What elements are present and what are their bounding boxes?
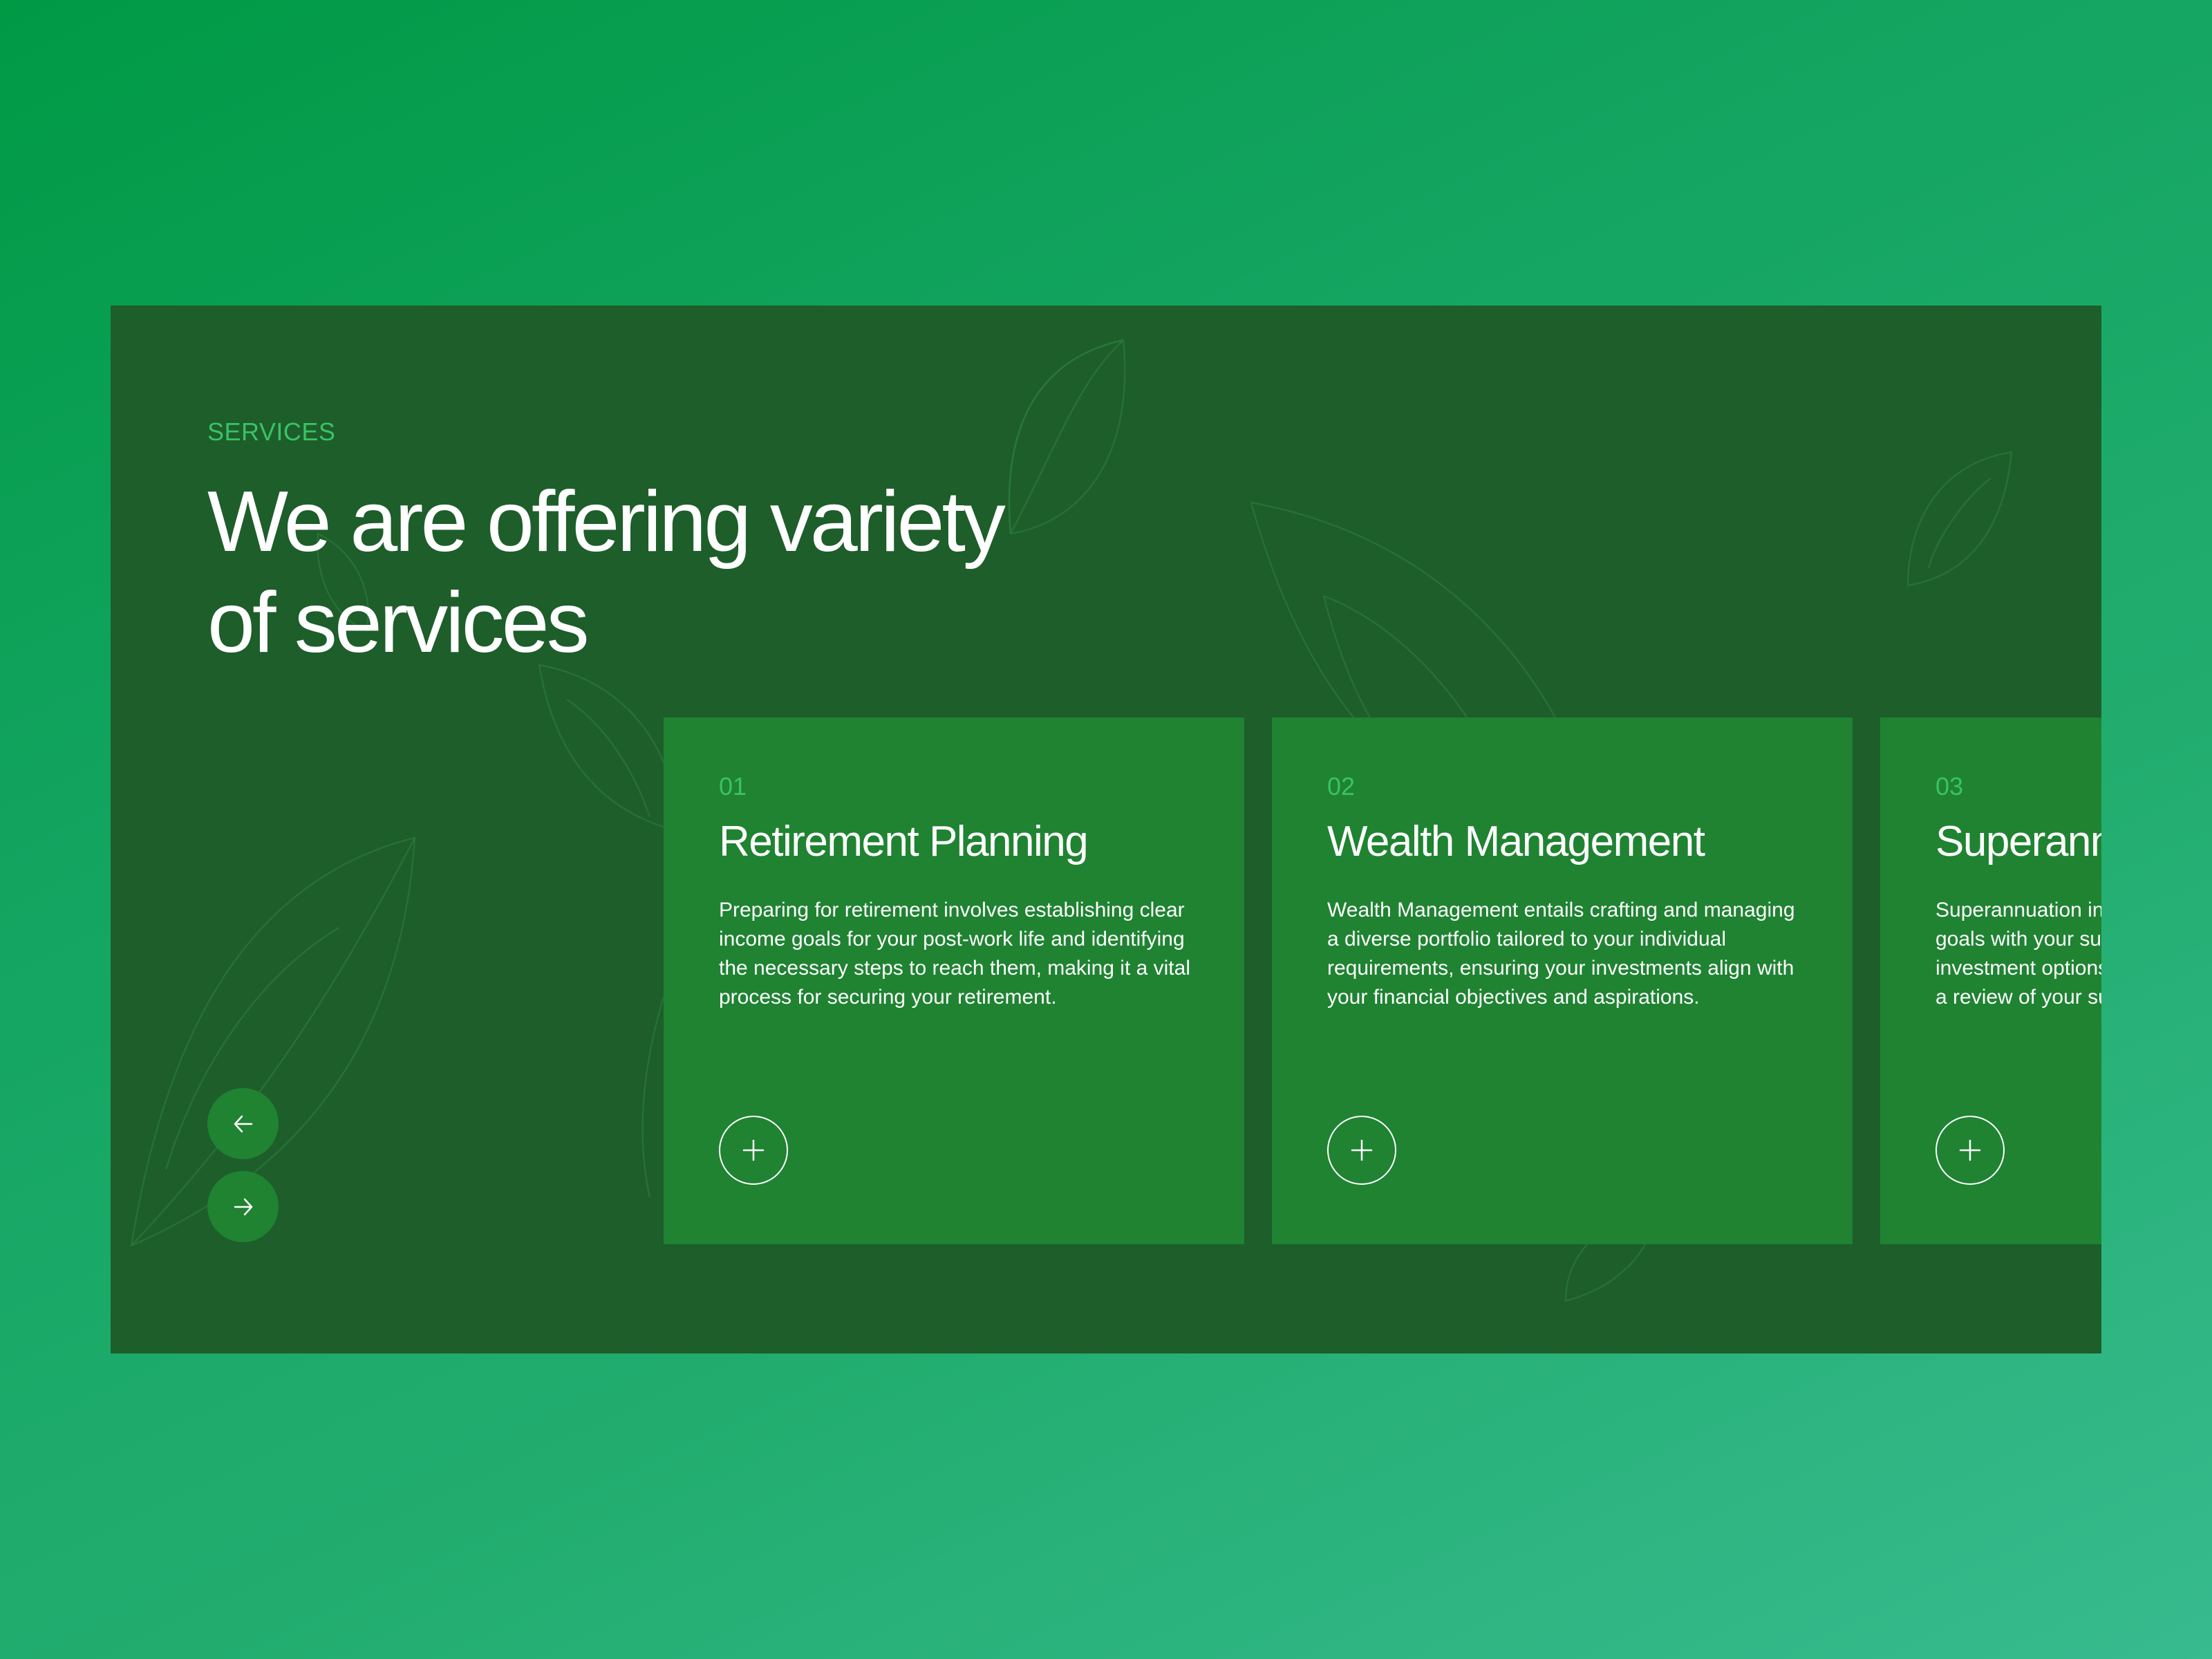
expand-button[interactable] xyxy=(719,1116,788,1185)
leaf-vein xyxy=(1927,478,1991,569)
leaf-vein xyxy=(131,837,416,1246)
card-description: Preparing for retirement involves establ… xyxy=(719,899,1190,1009)
card-number: 01 xyxy=(719,772,747,800)
expand-button[interactable] xyxy=(1327,1116,1396,1185)
leaf-outline xyxy=(130,836,416,1248)
leaf-outline xyxy=(538,664,679,832)
headline-line-2: of services xyxy=(207,575,590,671)
card-title: Superannuation xyxy=(1936,818,2101,865)
section-eyebrow: SERVICES xyxy=(207,418,336,446)
card-title: Wealth Management xyxy=(1327,818,1705,865)
carousel-next-button[interactable] xyxy=(207,1171,279,1242)
plus-icon xyxy=(1351,1139,1373,1161)
service-card-superannuation[interactable]: 03 Superannuation Superannuation involve… xyxy=(1880,718,2101,1244)
carousel-prev-button[interactable] xyxy=(207,1088,279,1159)
services-section: SERVICES We are offering variety of serv… xyxy=(111,306,2101,1353)
plus-icon xyxy=(742,1139,765,1161)
service-card-retirement-planning[interactable]: 01 Retirement Planning Preparing for ret… xyxy=(664,718,1244,1244)
plus-icon xyxy=(1959,1139,1981,1161)
headline-line-1: We are offering variety xyxy=(207,474,1006,570)
card-number: 02 xyxy=(1327,772,1356,800)
card-description: Superannuation involves aligning your re… xyxy=(1936,899,2101,1009)
leaf-outline xyxy=(1906,451,2013,587)
leaf-vein xyxy=(566,698,651,818)
card-description: Wealth Management entails crafting and m… xyxy=(1327,899,1795,1009)
arrow-left-icon xyxy=(234,1115,252,1132)
page-title: We are offering variety of services xyxy=(207,471,1106,673)
expand-button[interactable] xyxy=(1936,1116,2005,1185)
card-number: 03 xyxy=(1936,772,1964,800)
card-title: Retirement Planning xyxy=(719,818,1089,865)
service-card-wealth-management[interactable]: 02 Wealth Management Wealth Management e… xyxy=(1272,718,1853,1244)
leaf-vein xyxy=(641,996,665,1198)
arrow-right-icon xyxy=(234,1198,252,1215)
